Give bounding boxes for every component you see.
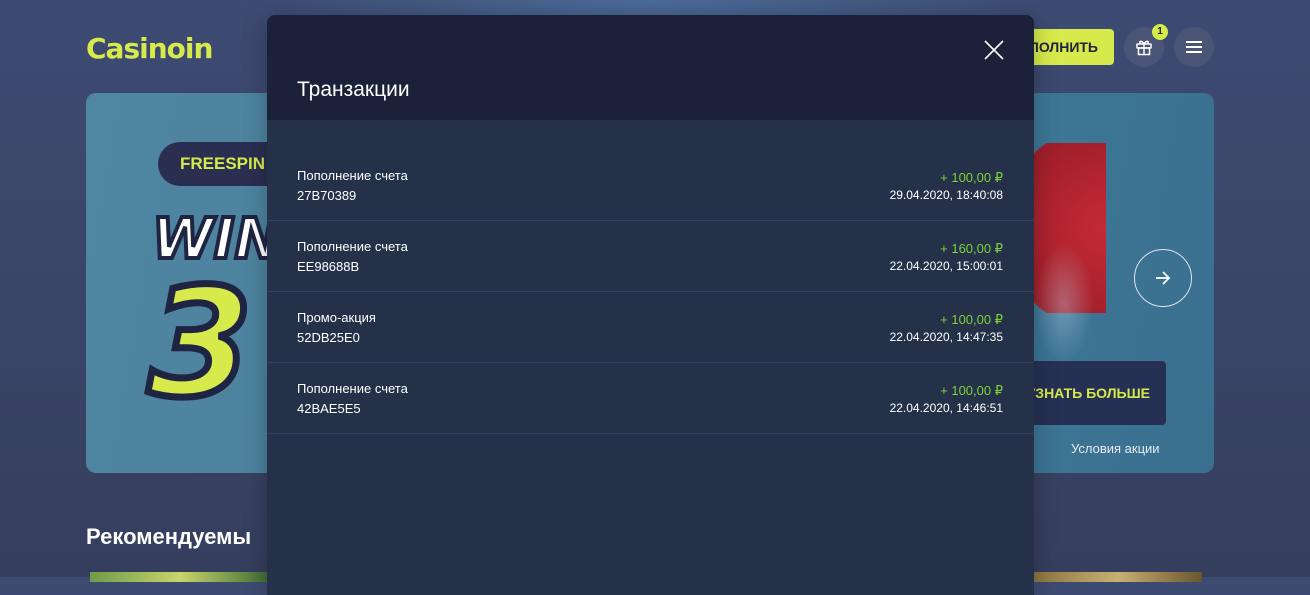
recommended-section-title: Рекомендуемы: [86, 524, 252, 549]
transaction-title: Пополнение счета: [297, 168, 408, 183]
transaction-date: 29.04.2020, 18:40:08: [889, 188, 1003, 202]
game-thumbnail[interactable]: [1034, 572, 1202, 582]
hamburger-menu-icon: [1186, 41, 1202, 53]
transaction-amount: + 100,00 ₽: [940, 383, 1003, 398]
transaction-date: 22.04.2020, 14:46:51: [889, 401, 1003, 415]
transaction-date: 22.04.2020, 14:47:35: [889, 330, 1003, 344]
sparkle-decoration: [1034, 243, 1094, 363]
transaction-title: Пополнение счета: [297, 239, 408, 254]
transaction-row[interactable]: Промо-акция 52DB25E0 + 100,00 ₽ 22.04.20…: [267, 292, 1034, 363]
transaction-amount: + 100,00 ₽: [940, 312, 1003, 327]
close-icon: [984, 40, 1004, 60]
transaction-title: Промо-акция: [297, 310, 376, 325]
arrow-right-icon: [1156, 271, 1171, 285]
banner-big-number: 3: [144, 257, 255, 431]
transaction-row[interactable]: Пополнение счета 27B70389 + 100,00 ₽ 29.…: [267, 150, 1034, 221]
transaction-id: 27B70389: [297, 188, 357, 203]
transaction-row[interactable]: Пополнение счета 42BAE5E5 + 100,00 ₽ 22.…: [267, 363, 1034, 434]
gift-count-badge: 1: [1152, 24, 1168, 40]
casino-logo[interactable]: Casinoin: [86, 32, 213, 65]
transaction-amount: + 160,00 ₽: [940, 241, 1003, 256]
transaction-date: 22.04.2020, 15:00:01: [889, 259, 1003, 273]
transaction-id: 52DB25E0: [297, 330, 360, 345]
transaction-row[interactable]: Пополнение счета EE98688B + 160,00 ₽ 22.…: [267, 221, 1034, 292]
close-button[interactable]: [981, 37, 1007, 63]
modal-header: Транзакции: [267, 15, 1034, 120]
promo-terms-link[interactable]: Условия акции: [1071, 441, 1160, 456]
game-thumbnail[interactable]: [90, 572, 270, 582]
modal-title: Транзакции: [297, 78, 410, 101]
transaction-title: Пополнение счета: [297, 381, 408, 396]
transaction-amount: + 100,00 ₽: [940, 170, 1003, 185]
transactions-modal: Транзакции Пополнение счета 27B70389 + 1…: [267, 15, 1034, 595]
gift-icon: [1136, 40, 1152, 56]
banner-next-button[interactable]: [1134, 249, 1192, 307]
transactions-list: Пополнение счета 27B70389 + 100,00 ₽ 29.…: [267, 150, 1034, 434]
menu-button[interactable]: [1174, 27, 1214, 67]
transaction-id: 42BAE5E5: [297, 401, 361, 416]
transaction-id: EE98688B: [297, 259, 360, 274]
